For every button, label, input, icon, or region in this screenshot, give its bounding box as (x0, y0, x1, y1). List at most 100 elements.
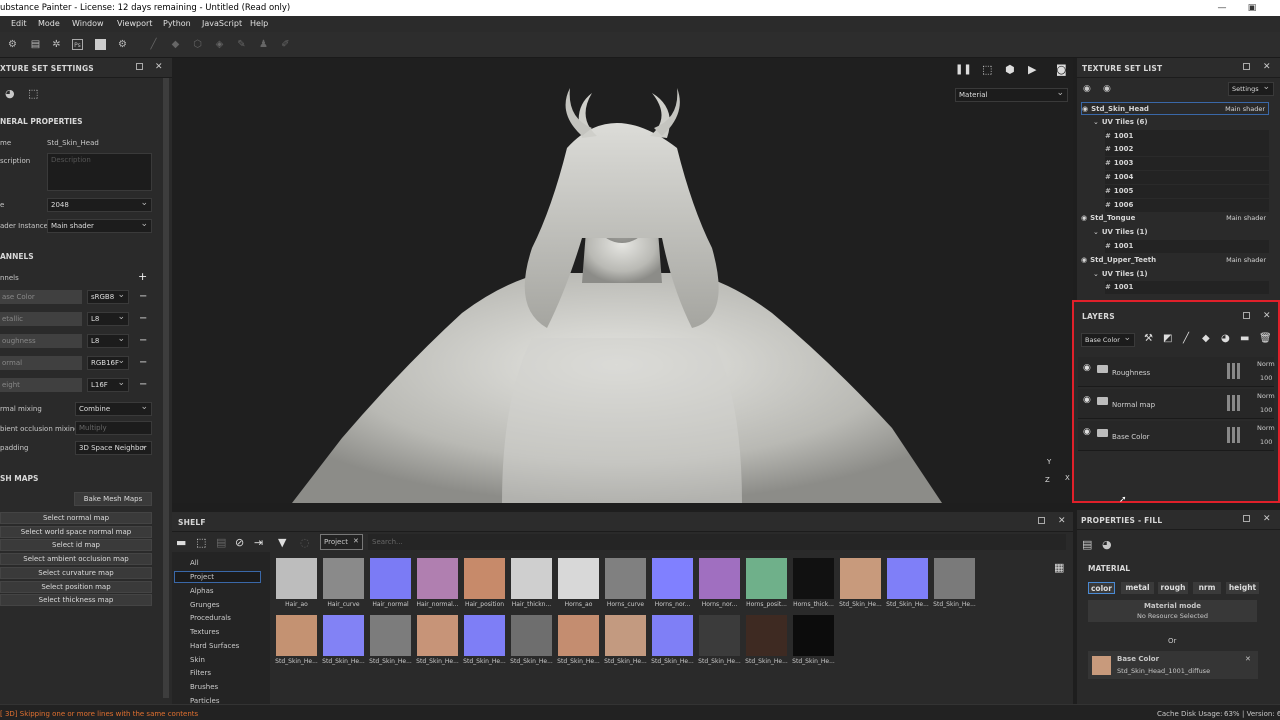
size-select[interactable]: 2048 (47, 198, 152, 212)
resource-thumbnail[interactable] (464, 558, 505, 599)
eye-icon[interactable]: ◉ (1083, 363, 1091, 373)
category-item-selected[interactable]: Project (174, 571, 261, 583)
maximize-icon[interactable] (1243, 515, 1250, 522)
resource-thumbnail[interactable] (699, 615, 740, 656)
channel-select[interactable]: Base Color (1081, 333, 1135, 347)
refresh-icon[interactable]: ◌ (300, 536, 310, 549)
remove-channel-button[interactable]: − (139, 336, 147, 346)
resource-thumbnail[interactable] (511, 558, 552, 599)
shader-label[interactable]: Main shader (1226, 212, 1266, 225)
uv-tiles-row[interactable]: ⌄ UV Tiles (1) (1093, 226, 1269, 239)
trash-icon[interactable]: ▤ (30, 39, 41, 50)
trash-icon[interactable]: 🗑 (1259, 333, 1272, 344)
select-id-map-button[interactable]: Select id map (0, 539, 152, 551)
resource-thumbnail[interactable] (605, 558, 646, 599)
uv-tile-row[interactable]: #1004 (1105, 171, 1269, 184)
ao-mixing-select[interactable]: Multiply (75, 421, 152, 435)
add-folder-icon[interactable]: ▬ (1240, 333, 1249, 344)
resource-thumbnail[interactable] (746, 615, 787, 656)
category-item[interactable]: Filters (190, 669, 211, 677)
category-item[interactable]: Textures (190, 628, 219, 636)
eye-icon[interactable]: ◉ (1081, 256, 1087, 264)
channel-format-select[interactable]: L8 (87, 334, 129, 348)
uv-icon[interactable]: ⬚ (28, 87, 38, 100)
eye-icon[interactable]: ◉ (1083, 427, 1091, 437)
channel-format-select[interactable]: sRGB8 (87, 290, 129, 304)
remove-channel-button[interactable]: − (139, 380, 147, 390)
resource-thumbnail[interactable] (370, 615, 411, 656)
resource-thumbnail[interactable] (323, 558, 364, 599)
eraser-icon[interactable]: ◆ (170, 39, 181, 50)
filter-icon[interactable]: ▼ (278, 536, 286, 549)
select-position-map-button[interactable]: Select position map (0, 581, 152, 593)
select-normal-map-button[interactable]: Select normal map (0, 512, 152, 524)
opacity-value[interactable]: 100 (1260, 374, 1272, 382)
resource-thumbnail[interactable] (840, 558, 881, 599)
resource-thumbnail[interactable] (934, 558, 975, 599)
save-icon[interactable]: ▤ (216, 536, 226, 549)
resource-thumbnail[interactable] (276, 615, 317, 656)
close-icon[interactable]: ✕ (155, 62, 163, 72)
chevron-down-icon[interactable]: ⌄ (1093, 118, 1099, 126)
resource-thumbnail[interactable] (558, 615, 599, 656)
eye-icon[interactable]: ◉ (1083, 395, 1091, 405)
channel-format-select[interactable]: RGB16F (87, 356, 129, 370)
category-item[interactable]: Grunges (190, 601, 220, 609)
category-item[interactable]: All (190, 559, 199, 567)
texture-set-row[interactable]: ◉ Std_Tongue Main shader (1081, 212, 1269, 225)
menu-window[interactable]: Window (72, 19, 104, 28)
screenshot-icon[interactable]: ◙ (1056, 63, 1067, 76)
layer-row[interactable]: ◉ Normal map Norm 100 (1078, 389, 1275, 419)
resource-thumbnail[interactable] (464, 615, 505, 656)
close-icon[interactable]: ✕ (1245, 655, 1251, 663)
photoshop-icon[interactable]: Ps (72, 39, 83, 50)
channel-format-select[interactable]: L8 (87, 312, 129, 326)
close-icon[interactable]: ✕ (1263, 311, 1271, 321)
uv-tile-row[interactable]: #1005 (1105, 184, 1269, 198)
channel-format-select[interactable]: L16F (87, 378, 129, 392)
opacity-value[interactable]: 100 (1260, 406, 1272, 414)
maximize-icon[interactable] (1038, 517, 1045, 524)
select-ao-map-button[interactable]: Select ambient occlusion map (0, 553, 152, 565)
category-item[interactable]: Alphas (190, 587, 214, 595)
eye-icon[interactable]: ◉ (1082, 105, 1088, 113)
select-thickness-map-button[interactable]: Select thickness map (0, 594, 152, 606)
chevron-down-icon[interactable]: ⌄ (1093, 228, 1099, 236)
select-world-normal-map-button[interactable]: Select world space normal map (0, 526, 152, 538)
resource-thumbnail[interactable] (652, 615, 693, 656)
menu-edit[interactable]: Edit (11, 19, 27, 28)
uv-tiles-row[interactable]: ⌄ UV Tiles (1) (1093, 268, 1269, 281)
menu-mode[interactable]: Mode (38, 19, 60, 28)
eye-refresh-icon[interactable]: ◉ (1083, 84, 1091, 94)
material-sphere-icon[interactable]: ◕ (1102, 538, 1112, 551)
gear-icon[interactable]: ⚙ (7, 39, 18, 50)
camera-frame-icon[interactable]: ⬚ (982, 63, 992, 76)
scrollbar[interactable] (163, 78, 169, 698)
restore-button[interactable]: ▣ (1240, 0, 1264, 16)
picker-icon[interactable]: ✐ (280, 39, 291, 50)
layer-settings-icon[interactable]: ▤ (1082, 538, 1092, 551)
resource-thumbnail[interactable] (793, 615, 834, 656)
resource-thumbnail[interactable] (558, 558, 599, 599)
category-item[interactable]: Procedurals (190, 614, 231, 622)
blend-mode[interactable]: Norm (1257, 360, 1275, 368)
shader-label[interactable]: Main shader (1225, 103, 1265, 116)
uv-tile-row[interactable]: #1002 (1105, 143, 1269, 157)
menu-viewport[interactable]: Viewport (117, 19, 152, 28)
category-item[interactable]: Hard Surfaces (190, 642, 239, 650)
add-mask-icon[interactable]: ◩ (1163, 333, 1172, 344)
gear-icon[interactable]: ⚙ (117, 39, 128, 50)
uv-tiles-row[interactable]: ⌄ UV Tiles (6) (1093, 116, 1269, 129)
brush-icon[interactable]: ╱ (148, 39, 159, 50)
uv-tile-row[interactable]: #1003 (1105, 157, 1269, 171)
minimize-button[interactable]: — (1210, 0, 1234, 16)
bake-mesh-maps-button[interactable]: Bake Mesh Maps (74, 492, 152, 506)
grid-view-icon[interactable]: ▦ (1054, 561, 1064, 574)
tab-metal[interactable]: metal (1121, 582, 1154, 594)
resource-thumbnail[interactable] (887, 558, 928, 599)
category-item[interactable]: Skin (190, 656, 205, 664)
chevron-down-icon[interactable]: ⌄ (1093, 270, 1099, 278)
import-icon[interactable]: ⇥ (254, 536, 263, 549)
geometry-icon[interactable]: ◈ (214, 39, 225, 50)
close-icon[interactable]: ✕ (1263, 62, 1271, 72)
